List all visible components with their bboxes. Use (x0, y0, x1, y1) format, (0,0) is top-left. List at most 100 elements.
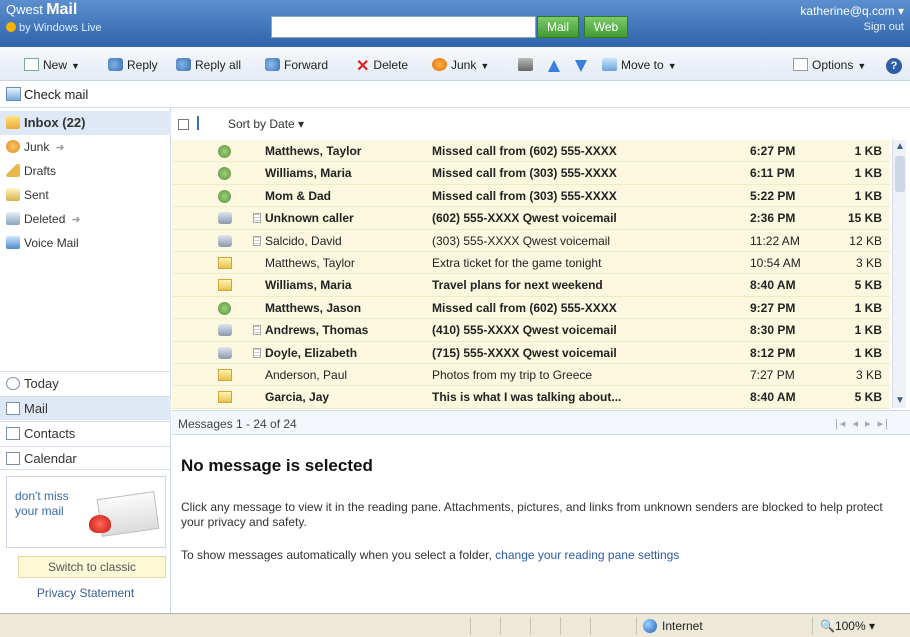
zone-label: Internet (662, 619, 703, 633)
junk-icon (6, 140, 20, 153)
status-divider (560, 617, 561, 635)
nav-label: Mail (24, 401, 48, 416)
sweep-arrow-icon[interactable]: ➜ (55, 142, 64, 154)
check-mail-bar: Check mail (0, 82, 910, 108)
sign-out-link[interactable]: Sign out (800, 19, 904, 35)
reading-pane-settings-link[interactable]: change your reading pane settings (495, 548, 679, 562)
reply-label: Reply (127, 58, 158, 72)
voicemail-icon (6, 236, 20, 249)
reading-pane-settings-prefix: To show messages automatically when you … (181, 548, 496, 562)
email-envelope-icon (218, 369, 232, 381)
message-list-header: Sort by Date ▾ (172, 112, 910, 136)
table-row[interactable]: Unknown caller (602) 555-XXXX Qwest voice… (172, 207, 890, 230)
table-row[interactable]: Matthews, Jason Missed call from (602) 55… (172, 297, 890, 320)
qwest-mail-logo[interactable]: Qwest Mail by Windows Live (6, 2, 102, 35)
select-all-checkbox[interactable] (178, 119, 189, 130)
windows-live-icon (6, 22, 16, 32)
nav-contacts[interactable]: Contacts (0, 421, 171, 445)
message-count: Messages 1 - 24 of 24 (178, 417, 297, 431)
message-list-scrollbar[interactable]: ▲ ▼ (892, 140, 906, 408)
folder-junk[interactable]: Junk ➜ (0, 135, 171, 159)
previous-message-button[interactable] (548, 56, 560, 74)
search-mail-button[interactable]: Mail (537, 16, 579, 38)
new-label: New (43, 58, 68, 72)
sender-name: Matthews, Jason (265, 300, 362, 315)
table-row[interactable]: Anderson, Paul Photos from my trip to Gre… (172, 364, 890, 387)
help-button[interactable]: ? (886, 56, 902, 74)
toolbar: New ▼ Reply Reply all Forward ✕ Delete Jun… (0, 47, 910, 81)
table-row[interactable]: Matthews, Taylor Extra ticket for the gam… (172, 252, 890, 275)
status-divider (812, 617, 813, 635)
folder-deleted[interactable]: Deleted ➜ (0, 207, 171, 231)
table-row[interactable]: Salcido, David (303) 555-XXXX Qwest voice… (172, 230, 890, 252)
dont-miss-your-mail-ad[interactable]: don't miss your mail (6, 476, 166, 548)
table-row[interactable]: Andrews, Thomas (410) 555-XXXX Qwest voic… (172, 319, 890, 342)
message-subject: Missed call from (303) 555-XXXX (432, 166, 617, 181)
chevron-down-icon[interactable]: ▼ (857, 61, 866, 71)
zoom-control[interactable]: 🔍100% ▾ (820, 619, 875, 633)
options-button[interactable]: Options ▼ (793, 56, 866, 74)
search-input[interactable] (271, 16, 536, 38)
folder-sent[interactable]: Sent (0, 183, 171, 207)
sender-name: Garcia, Jay (265, 390, 330, 405)
reply-all-label: Reply all (195, 58, 242, 72)
voicemail-icon (218, 324, 232, 337)
table-row[interactable]: Matthews, Taylor Missed call from (602) 5… (172, 140, 890, 163)
chevron-down-icon[interactable]: ▼ (480, 61, 489, 71)
print-button[interactable] (518, 56, 537, 74)
nav-today[interactable]: Today (0, 371, 171, 395)
chevron-down-icon[interactable]: ▼ (668, 61, 677, 71)
status-divider (530, 617, 531, 635)
scroll-down-icon[interactable]: ▼ (893, 394, 907, 408)
sweep-arrow-icon[interactable]: ➜ (71, 214, 80, 226)
clock-icon (6, 377, 20, 390)
junk-icon (432, 58, 447, 71)
check-mail-button[interactable]: Check mail (24, 87, 88, 102)
account-email[interactable]: katherine@q.com (800, 4, 894, 18)
chevron-down-icon[interactable]: ▼ (71, 61, 80, 71)
table-row[interactable]: Williams, Maria Travel plans for next wee… (172, 274, 890, 297)
table-row[interactable]: Doyle, Elizabeth (715) 555-XXXX Qwest voi… (172, 342, 890, 364)
status-divider (636, 617, 637, 635)
table-row[interactable]: Mom & Dad Missed call from (303) 555-XXXX… (172, 185, 890, 208)
junk-button[interactable]: Junk ▼ (432, 56, 489, 74)
deleted-icon (6, 212, 20, 225)
reply-all-button[interactable]: Reply all (176, 56, 241, 74)
folder-drafts[interactable]: Drafts (0, 159, 171, 183)
account-menu[interactable]: katherine@q.com ▾ Sign out (800, 3, 904, 35)
folder-label: Junk (24, 140, 50, 154)
message-size: 1 KB (854, 345, 882, 360)
calendar-icon (6, 452, 20, 465)
reply-button[interactable]: Reply (108, 56, 158, 74)
message-subject: (602) 555-XXXX Qwest voicemail (432, 211, 617, 226)
pager-controls[interactable]: |◂ ◂ ▸ ▸| (835, 417, 890, 430)
next-message-button[interactable] (575, 56, 587, 74)
scroll-up-icon[interactable]: ▲ (893, 140, 907, 154)
folder-inbox[interactable]: Inbox (22) (0, 111, 171, 135)
sender-name: Matthews, Taylor (265, 144, 362, 158)
missed-call-icon (218, 145, 231, 158)
nav-mail[interactable]: Mail (0, 396, 171, 420)
chevron-down-icon: ▾ (897, 4, 904, 18)
new-message-icon (24, 58, 39, 71)
table-row[interactable]: Garcia, Jay This is what I was talking ab… (172, 386, 890, 409)
email-envelope-icon (218, 391, 232, 404)
privacy-statement-link[interactable]: Privacy Statement (0, 586, 171, 600)
switch-to-classic-button[interactable]: Switch to classic (18, 556, 166, 578)
status-divider (590, 617, 591, 635)
sort-order-icon[interactable] (197, 116, 209, 130)
email-envelope-icon (218, 279, 232, 292)
sender-name: Matthews, Taylor (265, 256, 355, 270)
delete-button[interactable]: ✕ Delete (356, 56, 408, 75)
sort-by-date-menu[interactable]: Sort by Date ▾ (228, 117, 304, 131)
message-list: Matthews, Taylor Missed call from (602) 5… (172, 140, 890, 409)
message-size: 3 KB (855, 368, 882, 382)
nav-calendar[interactable]: Calendar (0, 446, 171, 470)
folder-voice-mail[interactable]: Voice Mail (0, 231, 171, 255)
table-row[interactable]: Williams, Maria Missed call from (303) 55… (172, 162, 890, 185)
scroll-thumb[interactable] (895, 156, 905, 192)
new-button[interactable]: New ▼ (24, 56, 80, 74)
search-web-button[interactable]: Web (584, 16, 628, 38)
move-to-button[interactable]: Move to ▼ (602, 56, 677, 74)
forward-button[interactable]: Forward (265, 56, 328, 74)
